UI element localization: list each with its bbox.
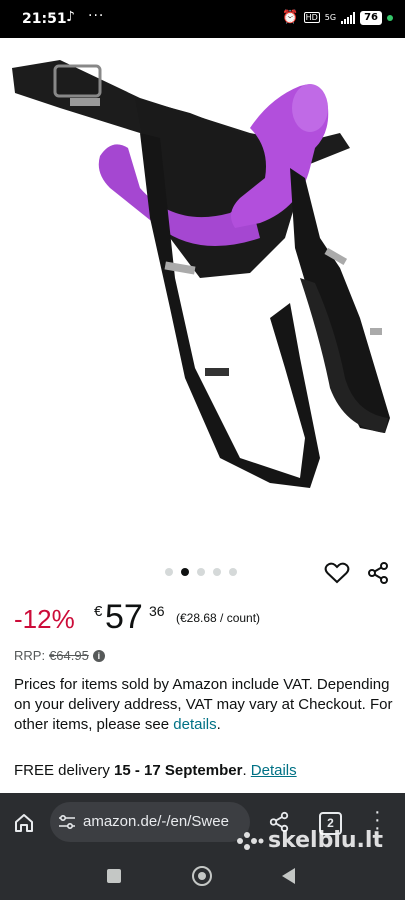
site-settings-icon[interactable]	[58, 814, 76, 830]
tiktok-icon: ♪	[66, 9, 75, 25]
product-photo	[12, 60, 390, 488]
system-navigation-bar	[0, 853, 405, 900]
share-icon[interactable]	[366, 561, 390, 585]
delivery-details-link[interactable]: Details	[251, 762, 297, 779]
rrp-row: RRP: €64.95 i	[14, 648, 105, 663]
home-button[interactable]	[192, 866, 212, 886]
watermark-dots-icon	[237, 831, 264, 850]
url-text[interactable]: amazon.de/-/en/Swee	[83, 813, 229, 830]
more-dots-icon: ···	[88, 8, 105, 24]
signal-icon	[341, 11, 356, 24]
status-icons: ⏰ HD 5G 76	[282, 10, 393, 25]
price-currency: €	[94, 603, 103, 620]
home-icon[interactable]	[12, 811, 36, 835]
delivery-suffix: .	[242, 762, 247, 779]
recents-button[interactable]	[107, 869, 121, 883]
vat-notice: Prices for items sold by Amazon include …	[14, 675, 394, 735]
carousel-dot-active[interactable]	[181, 568, 189, 576]
address-bar[interactable]: amazon.de/-/en/Swee	[50, 802, 250, 842]
watermark: skelbiu.lt	[236, 828, 383, 853]
price-fraction: 36	[149, 603, 165, 619]
alarm-off-icon: ⏰	[282, 10, 299, 25]
carousel-dots	[165, 568, 237, 576]
unit-price: (€28.68 / count)	[176, 611, 261, 625]
privacy-indicator-dot	[387, 14, 393, 21]
status-time: 21:51	[22, 11, 67, 27]
carousel-dot[interactable]	[213, 568, 221, 576]
rrp-label: RRP:	[14, 648, 46, 663]
product-image[interactable]	[0, 38, 405, 558]
info-icon[interactable]: i	[92, 649, 105, 662]
price-whole: 57	[105, 598, 143, 636]
wishlist-heart-icon[interactable]	[324, 561, 350, 585]
carousel-dot[interactable]	[165, 568, 173, 576]
status-bar: 21:51 ♪ ··· ⏰ HD 5G 76	[0, 0, 405, 38]
carousel-dot[interactable]	[229, 568, 237, 576]
delivery-dates: 15 - 17 September	[114, 762, 243, 779]
battery-icon: 76	[360, 10, 382, 25]
watermark-text: skelbiu.lt	[268, 828, 383, 853]
rrp-value: €64.95	[49, 648, 89, 663]
vat-end: .	[216, 716, 221, 733]
delivery-info: FREE delivery 15 - 17 September. Details	[14, 762, 297, 779]
network-type: 5G	[324, 13, 337, 22]
delivery-prefix: FREE delivery	[14, 762, 110, 779]
vat-details-link[interactable]: details	[173, 716, 216, 733]
discount-percentage: -12%	[14, 604, 75, 634]
volte-icon: HD	[303, 12, 320, 23]
back-button[interactable]	[282, 868, 295, 884]
carousel-dot[interactable]	[197, 568, 205, 576]
